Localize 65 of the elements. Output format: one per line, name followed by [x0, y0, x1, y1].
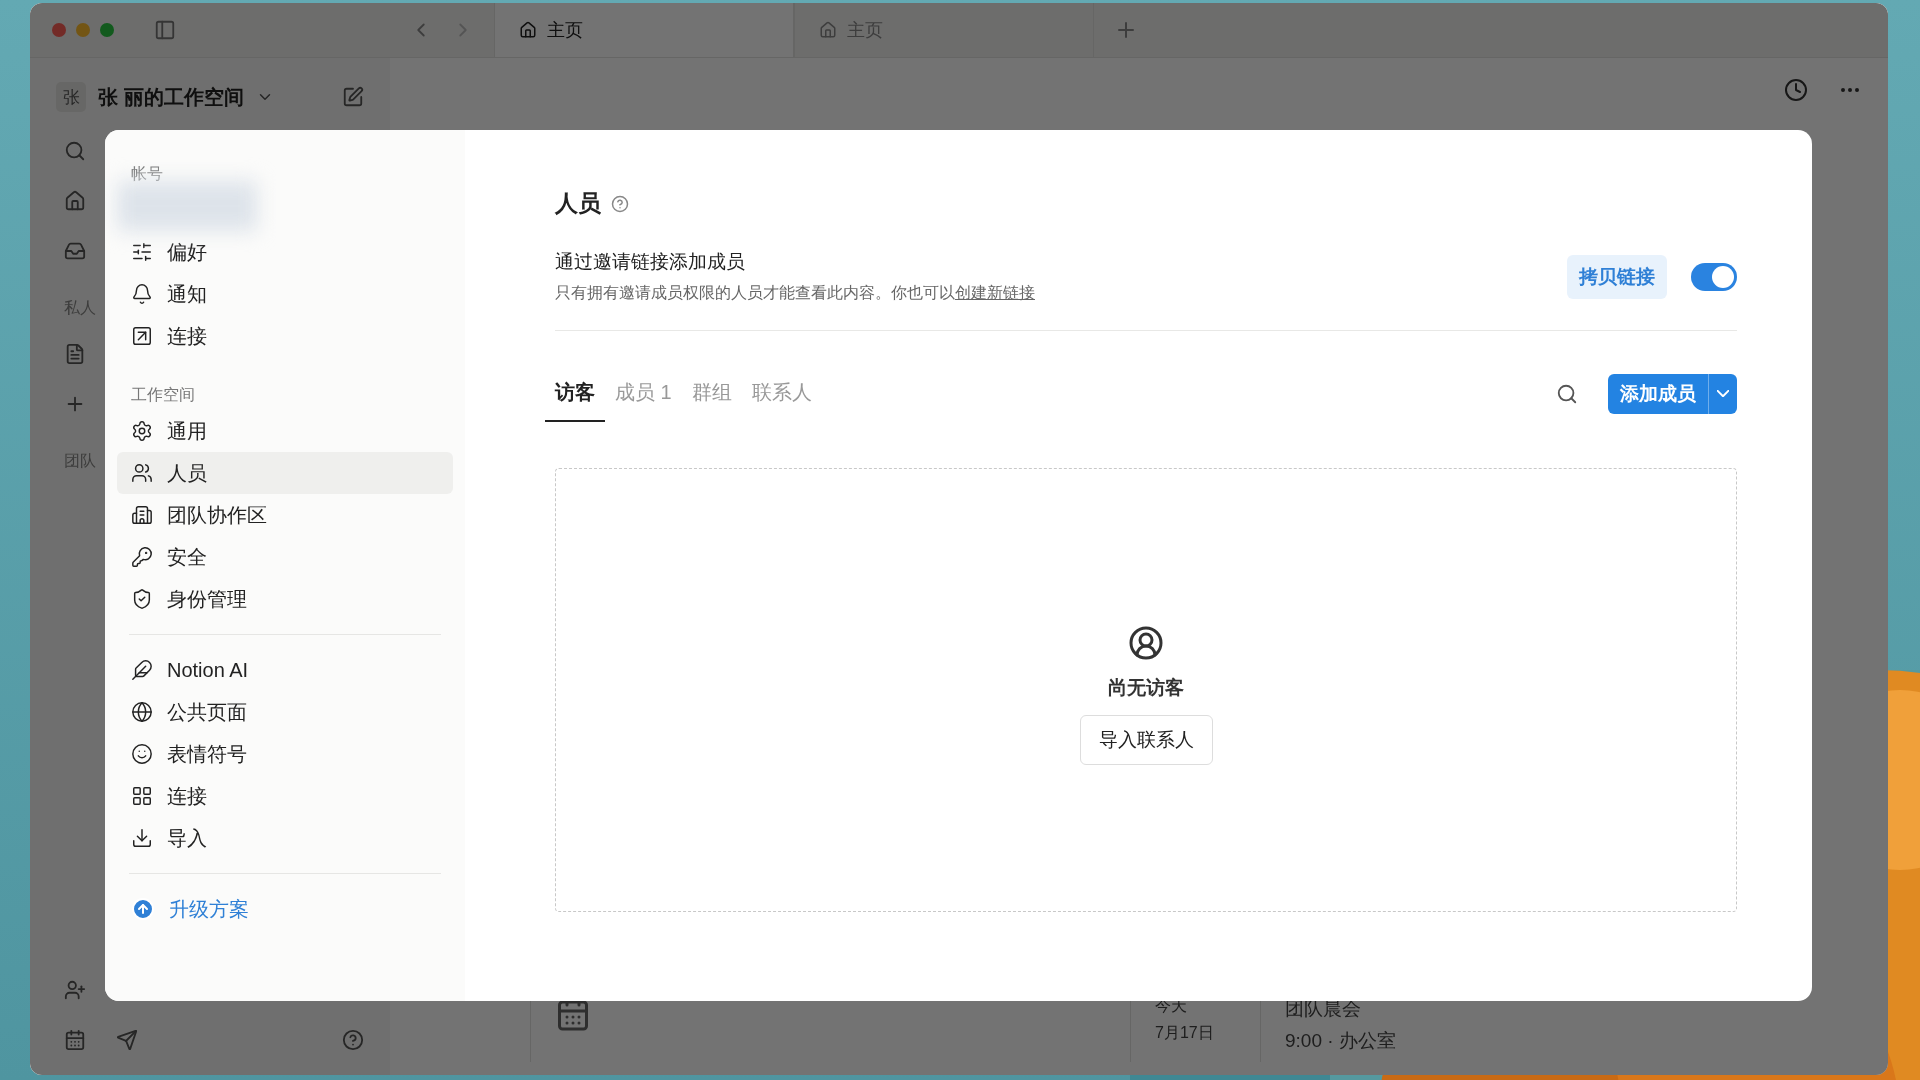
nav-icon [131, 588, 153, 610]
nav-item[interactable]: 表情符号 [117, 733, 453, 775]
nav-icon [131, 785, 153, 807]
nav-item[interactable]: 通用 [117, 410, 453, 452]
minimize-dot [76, 23, 90, 37]
page-icon[interactable] [64, 343, 86, 365]
help-icon[interactable] [611, 194, 629, 213]
invite-icon[interactable] [64, 979, 86, 1001]
nav-item[interactable]: 偏好 [117, 231, 453, 273]
nav-item[interactable]: 连接 [117, 315, 453, 357]
person-icon [1128, 625, 1164, 661]
close-dot [52, 23, 66, 37]
search-icon[interactable] [1556, 382, 1578, 405]
nav-item[interactable]: 团队协作区 [117, 494, 453, 536]
nav-icon [131, 420, 153, 442]
nav-item[interactable]: 安全 [117, 536, 453, 578]
nav-item[interactable]: 公共页面 [117, 691, 453, 733]
help-icon[interactable] [342, 1029, 364, 1051]
nav-item[interactable]: 身份管理 [117, 578, 453, 620]
create-link[interactable]: 创建新链接 [955, 284, 1035, 301]
chevron-down-icon [1717, 390, 1729, 397]
sidebar-icon[interactable] [64, 190, 86, 212]
section-heading: 帐号 [130, 164, 164, 184]
import-contacts-button[interactable]: 导入联系人 [1079, 715, 1213, 765]
section-heading: 工作空间 [130, 385, 196, 405]
nav-icon [131, 504, 153, 526]
home-icon [519, 21, 537, 39]
nav-item[interactable]: 人员 [117, 452, 453, 494]
nav-icon [131, 827, 153, 849]
home-icon [819, 21, 837, 39]
nav-item[interactable]: Notion AI [117, 649, 453, 691]
nav-icon [131, 546, 153, 568]
send-icon[interactable] [116, 1029, 138, 1051]
nav-item[interactable]: 通知 [117, 273, 453, 315]
nav-icon [131, 743, 153, 765]
event-date: 7月17日 [1155, 1023, 1215, 1043]
calendar-icon[interactable] [64, 1029, 86, 1051]
invite-toggle[interactable] [1691, 262, 1737, 291]
event-detail: 9:00 · 办公室 [1285, 1029, 1397, 1053]
browser-tab[interactable]: 主页 [494, 3, 794, 57]
empty-message: 尚无访客 [1108, 676, 1184, 700]
invite-description: 只有拥有邀请成员权限的人员才能查看此内容。你也可以创建新链接 [555, 283, 1036, 303]
sidebar-icon[interactable] [64, 140, 86, 162]
sidebar-toggle-icon[interactable] [154, 19, 176, 41]
nav-icon [131, 325, 153, 347]
upgrade-link[interactable]: 升级方案 [117, 888, 453, 930]
nav-icon [131, 462, 153, 484]
nav-item[interactable]: 连接 [117, 775, 453, 817]
tab[interactable]: 访客 [545, 365, 605, 422]
workspace-badge: 张 [56, 82, 86, 112]
nav-icon [131, 283, 153, 305]
zoom-dot [100, 23, 114, 37]
arrow-up-icon [131, 897, 155, 921]
history-icon[interactable] [1784, 78, 1808, 102]
sidebar-icon[interactable] [64, 240, 86, 262]
new-page-icon[interactable] [342, 86, 364, 108]
add-member-button[interactable]: 添加成员 [1608, 373, 1708, 414]
page-title: 人员 [555, 189, 601, 218]
copy-link-button[interactable]: 拷贝链接 [1567, 254, 1667, 299]
nav-icon [131, 701, 153, 723]
invite-title: 通过邀请链接添加成员 [555, 250, 746, 274]
workspace-name[interactable]: 张 丽的工作空间 [98, 83, 244, 111]
nav-icon [131, 659, 153, 681]
nav-item[interactable]: 导入 [117, 817, 453, 859]
nav-icon [131, 241, 153, 263]
